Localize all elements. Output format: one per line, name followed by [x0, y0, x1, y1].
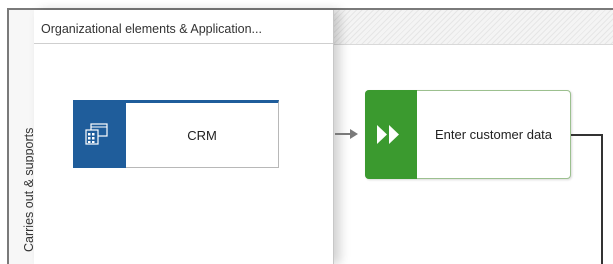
assignment-arrowhead — [350, 129, 358, 139]
connectors-layer — [335, 129, 603, 264]
control-flow-connector[interactable] — [571, 134, 603, 264]
diagram-canvas: Carries out & supports Organizational el… — [0, 0, 613, 264]
